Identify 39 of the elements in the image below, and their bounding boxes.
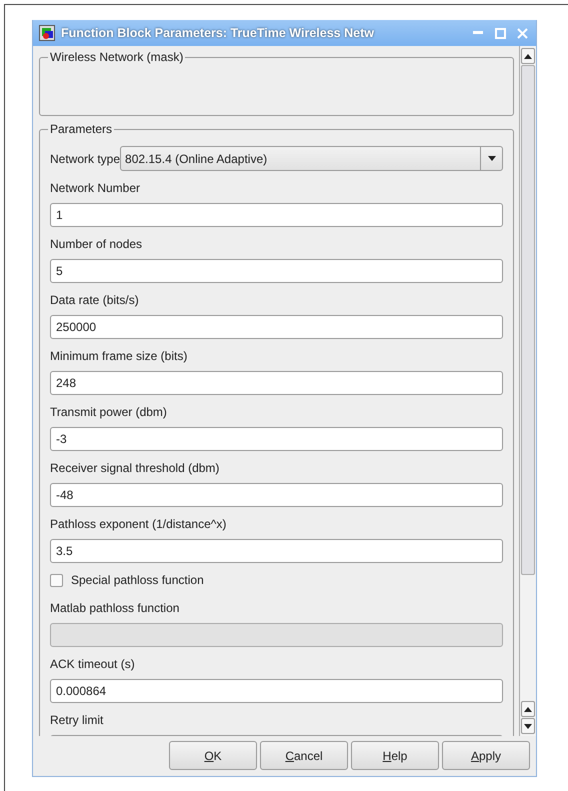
scroll-down-button[interactable] <box>521 718 535 734</box>
window-title: Function Block Parameters: TrueTime Wireless Netw <box>61 24 375 42</box>
input-field[interactable]: -48 <box>50 483 503 507</box>
caret-up-icon <box>524 54 532 58</box>
input-field[interactable]: 3.5 <box>50 539 503 563</box>
input-field[interactable]: 5 <box>50 259 503 283</box>
input-field[interactable]: -3 <box>50 427 503 451</box>
checkbox[interactable] <box>50 574 63 586</box>
field-label: Minimum frame size (bits) <box>50 348 188 365</box>
caret-up-icon <box>524 706 532 712</box>
dropdown[interactable]: 802.15.4 (Online Adaptive) <box>120 146 503 171</box>
scroll-up-button[interactable] <box>521 48 535 64</box>
checkbox-label: Special pathloss function <box>71 572 204 589</box>
caret-icon <box>488 156 496 161</box>
field-label: ACK timeout (s) <box>50 656 136 673</box>
field-label: Pathloss exponent (1/distance^x) <box>50 516 228 533</box>
scroll-up-button[interactable] <box>521 701 535 717</box>
field-label: Receiver signal threshold (dbm) <box>50 460 220 477</box>
dialog-button[interactable]: Apply <box>442 741 530 770</box>
dialog-button[interactable]: Cancel <box>260 741 348 770</box>
dialog-button[interactable]: Help <box>351 741 439 770</box>
group-title: Wireless Network (mask) <box>49 50 184 64</box>
input-field[interactable]: 250000 <box>50 315 503 339</box>
input-field[interactable]: 1 <box>50 203 503 227</box>
field-label: Number of nodes <box>50 236 144 253</box>
caret-down-icon <box>524 724 532 728</box>
field-label: Matlab pathloss function <box>50 600 180 617</box>
input-field[interactable]: 0.000864 <box>50 679 503 703</box>
field-label: Data rate (bits/s) <box>50 292 140 309</box>
group-title: Parameters <box>49 122 114 136</box>
dialog-button[interactable]: OK <box>169 741 257 770</box>
app-icon <box>39 25 55 41</box>
field-label: Network type <box>50 150 120 168</box>
field-label: Retry limit <box>50 712 104 729</box>
maximize-icon[interactable] <box>492 25 508 41</box>
field-label: Transmit power (dbm) <box>50 404 168 421</box>
input-field[interactable]: 248 <box>50 371 503 395</box>
scrollbar-thumb[interactable] <box>521 65 535 575</box>
field-label: Network Number <box>50 180 142 197</box>
